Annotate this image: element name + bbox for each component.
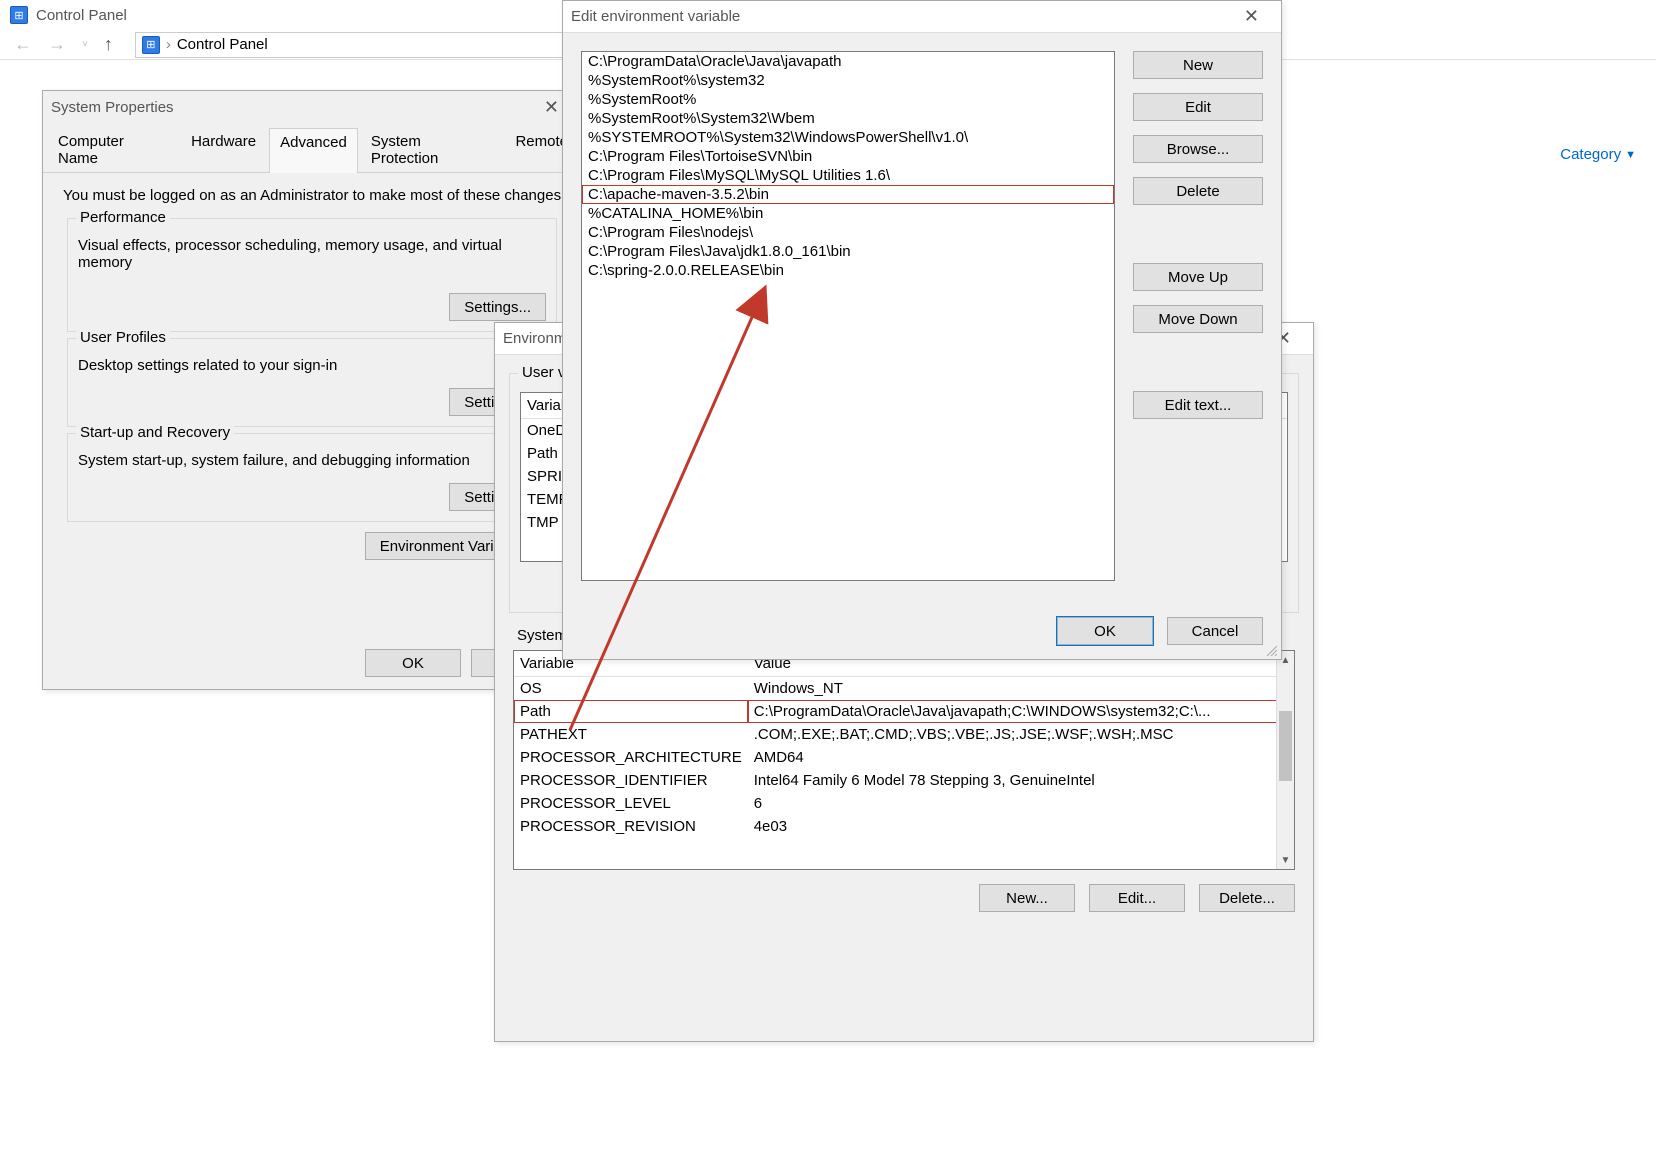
path-entry[interactable]: C:\Program Files\Java\jdk1.8.0_161\bin <box>582 242 1114 261</box>
sys-edit-button[interactable]: Edit... <box>1089 884 1185 912</box>
dialog-title: System Properties <box>51 99 174 116</box>
sys-delete-button[interactable]: Delete... <box>1199 884 1295 912</box>
tab-hardware[interactable]: Hardware <box>180 127 267 172</box>
edit-env-titlebar: Edit environment variable ✕ <box>563 1 1281 33</box>
close-icon[interactable]: ✕ <box>1230 6 1273 27</box>
group-legend: User Profiles <box>76 329 170 346</box>
path-entry[interactable]: %SYSTEMROOT%\System32\WindowsPowerShell\… <box>582 128 1114 147</box>
delete-button[interactable]: Delete <box>1133 177 1263 205</box>
path-entry[interactable]: C:\apache-maven-3.5.2\bin <box>582 185 1114 204</box>
breadcrumb-chevron-icon: › <box>166 36 171 53</box>
path-entry[interactable]: %SystemRoot% <box>582 90 1114 109</box>
group-legend: Performance <box>76 209 170 226</box>
nav-history-icon: ˅ <box>76 39 94 50</box>
scroll-down-icon[interactable]: ▼ <box>1277 851 1294 869</box>
view-by[interactable]: Category ▼ <box>1560 146 1636 163</box>
table-row[interactable]: PROCESSOR_ARCHITECTUREAMD64 <box>514 746 1294 769</box>
tabstrip: Computer NameHardwareAdvancedSystem Prot… <box>43 127 581 173</box>
edit-env-var-dialog: Edit environment variable ✕ C:\ProgramDa… <box>562 0 1282 660</box>
path-entry[interactable]: C:\Program Files\MySQL\MySQL Utilities 1… <box>582 166 1114 185</box>
path-entry[interactable]: C:\Program Files\nodejs\ <box>582 223 1114 242</box>
resize-grip-icon[interactable] <box>1265 643 1277 655</box>
table-row[interactable]: PROCESSOR_REVISION4e03 <box>514 815 1294 838</box>
performance-settings-button[interactable]: Settings... <box>449 293 546 321</box>
tab-computer-name[interactable]: Computer Name <box>47 127 178 172</box>
path-entry[interactable]: C:\spring-2.0.0.RELEASE\bin <box>582 261 1114 280</box>
scrollbar[interactable]: ▲ ▼ <box>1276 651 1294 869</box>
path-entry[interactable]: C:\ProgramData\Oracle\Java\javapath <box>582 52 1114 71</box>
dialog-title: Edit environment variable <box>571 8 740 25</box>
table-row[interactable]: PathC:\ProgramData\Oracle\Java\javapath;… <box>514 700 1294 723</box>
nav-up-icon[interactable]: ↑ <box>98 34 119 55</box>
dropdown-chevron-icon: ▼ <box>1625 149 1636 161</box>
breadcrumb-current[interactable]: Control Panel <box>177 36 268 53</box>
edit-button[interactable]: Edit <box>1133 93 1263 121</box>
table-row[interactable]: PROCESSOR_IDENTIFIERIntel64 Family 6 Mod… <box>514 769 1294 792</box>
path-entry[interactable]: %CATALINA_HOME%\bin <box>582 204 1114 223</box>
nav-forward-icon: → <box>42 34 72 55</box>
window-title: Control Panel <box>36 7 127 24</box>
edit-text-button[interactable]: Edit text... <box>1133 391 1263 419</box>
table-row[interactable]: OSWindows_NT <box>514 677 1294 701</box>
new-button[interactable]: New <box>1133 51 1263 79</box>
path-entries-list[interactable]: C:\ProgramData\Oracle\Java\javapath%Syst… <box>581 51 1115 581</box>
group-legend: Start-up and Recovery <box>76 424 234 441</box>
breadcrumb-icon: ⊞ <box>142 36 160 54</box>
performance-desc: Visual effects, processor scheduling, me… <box>78 237 546 271</box>
path-entry[interactable]: C:\Program Files\TortoiseSVN\bin <box>582 147 1114 166</box>
table-row[interactable]: PROCESSOR_LEVEL6 <box>514 792 1294 815</box>
system-vars-list[interactable]: Variable Value OSWindows_NTPathC:\Progra… <box>513 650 1295 870</box>
nav-back-icon: ← <box>8 34 38 55</box>
table-row[interactable]: PATHEXT.COM;.EXE;.BAT;.CMD;.VBS;.VBE;.JS… <box>514 723 1294 746</box>
view-by-label[interactable]: Category <box>1560 146 1621 163</box>
user-profiles-group: User Profiles Desktop settings related t… <box>67 338 557 427</box>
browse-button[interactable]: Browse... <box>1133 135 1263 163</box>
startup-recovery-group: Start-up and Recovery System start-up, s… <box>67 433 557 522</box>
control-panel-icon: ⊞ <box>10 6 28 24</box>
startup-desc: System start-up, system failure, and deb… <box>78 452 546 469</box>
ok-button[interactable]: OK <box>1057 617 1153 645</box>
performance-group: Performance Visual effects, processor sc… <box>67 218 557 332</box>
system-properties-titlebar: System Properties ✕ <box>43 91 581 123</box>
profiles-desc: Desktop settings related to your sign-in <box>78 357 546 374</box>
path-entry[interactable]: %SystemRoot%\system32 <box>582 71 1114 90</box>
cancel-button[interactable]: Cancel <box>1167 617 1263 645</box>
ok-button[interactable]: OK <box>365 649 461 677</box>
tab-system-protection[interactable]: System Protection <box>360 127 503 172</box>
admin-note: You must be logged on as an Administrato… <box>57 183 567 212</box>
sys-new-button[interactable]: New... <box>979 884 1075 912</box>
move-up-button[interactable]: Move Up <box>1133 263 1263 291</box>
tab-advanced[interactable]: Advanced <box>269 128 358 173</box>
scroll-thumb[interactable] <box>1279 711 1292 781</box>
path-entry[interactable]: %SystemRoot%\System32\Wbem <box>582 109 1114 128</box>
move-down-button[interactable]: Move Down <box>1133 305 1263 333</box>
